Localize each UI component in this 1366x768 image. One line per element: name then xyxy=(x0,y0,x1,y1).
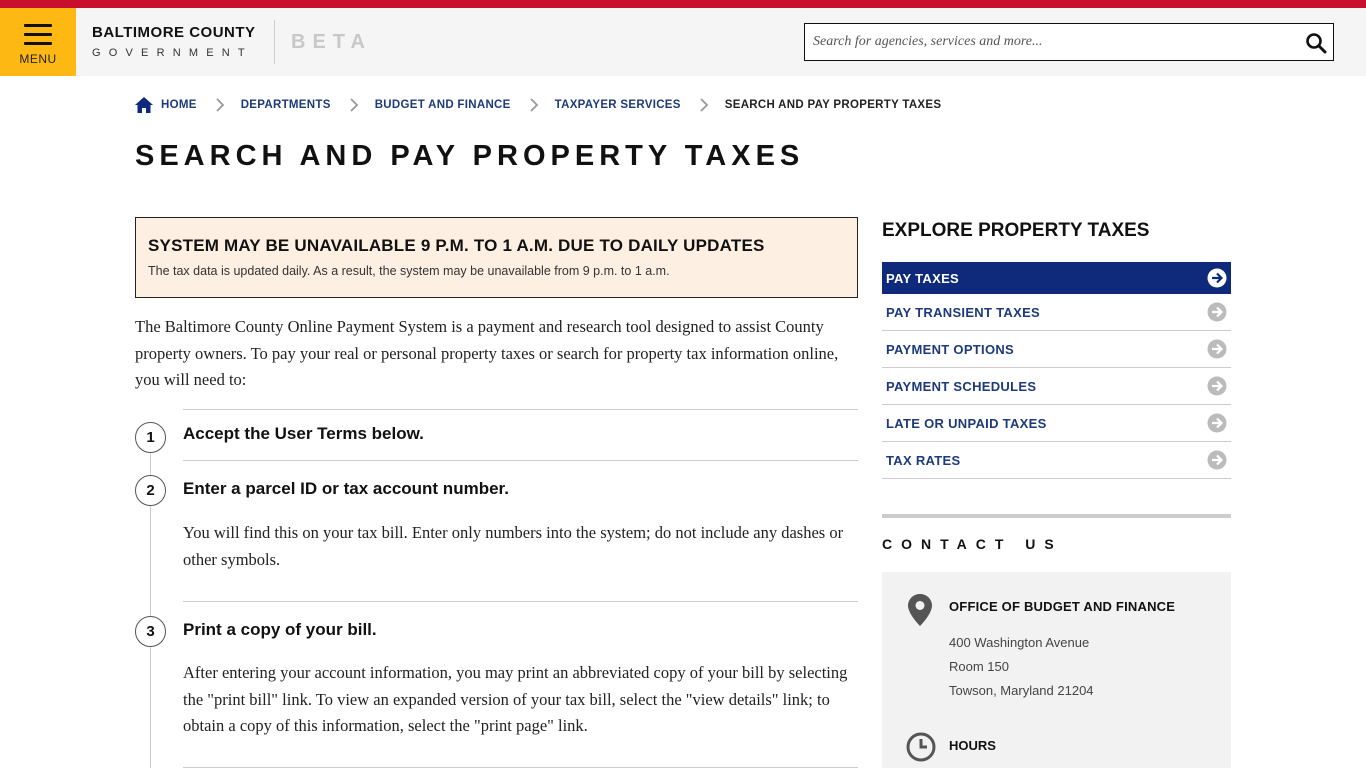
page-title: SEARCH AND PAY PROPERTY TAXES xyxy=(135,140,805,172)
contact-title: CONTACT US xyxy=(882,536,1063,552)
home-icon xyxy=(135,97,153,113)
contact-divider xyxy=(882,514,1231,518)
chevron-right-icon xyxy=(530,98,538,112)
contact-card: OFFICE OF BUDGET AND FINANCE 400 Washing… xyxy=(882,572,1231,768)
breadcrumb-current: SEARCH AND PAY PROPERTY TAXES xyxy=(724,99,942,111)
divider xyxy=(183,601,858,602)
sidebar-nav: PAY TAXES PAY TRANSIENT TAXES PAYMENT OP… xyxy=(882,262,1231,479)
arrow-circle-right-icon xyxy=(1207,413,1227,433)
site-logo[interactable]: BALTIMORE COUNTY GOVERNMENT xyxy=(92,24,256,59)
step-title: Print a copy of your bill. xyxy=(183,620,377,639)
brand-divider xyxy=(274,20,275,64)
arrow-circle-right-icon xyxy=(1207,450,1227,470)
chevron-right-icon xyxy=(216,98,224,112)
location-pin-icon xyxy=(908,594,932,626)
menu-button[interactable]: MENU xyxy=(0,8,76,76)
clock-icon xyxy=(906,732,936,762)
sidebar-title: EXPLORE PROPERTY TAXES xyxy=(882,220,1150,241)
step-text: After entering your account information,… xyxy=(183,663,848,735)
breadcrumb-departments[interactable]: DEPARTMENTS xyxy=(241,99,331,111)
breadcrumb-home[interactable]: HOME xyxy=(135,97,197,113)
brand-line1: BALTIMORE COUNTY xyxy=(92,24,256,41)
step-title: Enter a parcel ID or tax account number. xyxy=(183,479,509,498)
step-number: 3 xyxy=(135,616,166,647)
contact-hours-label: HOURS xyxy=(949,738,996,753)
arrow-circle-right-icon xyxy=(1207,268,1227,288)
intro-paragraph: The Baltimore County Online Payment Syst… xyxy=(135,317,839,389)
sidebar-item-label: PAY TAXES xyxy=(886,270,960,286)
divider xyxy=(183,460,858,461)
step-title: Accept the User Terms below. xyxy=(183,424,424,443)
brand-line2: GOVERNMENT xyxy=(92,47,253,59)
contact-address-line: Towson, Maryland 21204 xyxy=(949,683,1094,698)
contact-address-line: Room 150 xyxy=(949,659,1009,674)
sidebar-item-pay-transient-taxes[interactable]: PAY TRANSIENT TAXES xyxy=(882,294,1231,331)
breadcrumb-budget-finance[interactable]: BUDGET AND FINANCE xyxy=(375,99,511,111)
contact-address-line: 400 Washington Avenue xyxy=(949,635,1090,650)
search-icon[interactable] xyxy=(1305,32,1327,54)
search-box xyxy=(804,23,1334,61)
sidebar-item-late-unpaid-taxes[interactable]: LATE OR UNPAID TAXES xyxy=(882,405,1231,442)
menu-icon xyxy=(24,24,52,46)
sidebar-item-label: PAY TRANSIENT TAXES xyxy=(886,304,1041,320)
breadcrumb-taxpayer-services[interactable]: TAXPAYER SERVICES xyxy=(555,99,681,111)
sidebar-item-pay-taxes[interactable]: PAY TAXES xyxy=(882,262,1231,294)
sidebar-item-label: LATE OR UNPAID TAXES xyxy=(886,415,1047,431)
arrow-circle-right-icon xyxy=(1207,376,1227,396)
sidebar-item-tax-rates[interactable]: TAX RATES xyxy=(882,442,1231,479)
step-number: 2 xyxy=(135,475,166,506)
sidebar-item-label: PAYMENT OPTIONS xyxy=(886,341,1015,357)
breadcrumb-home-label: HOME xyxy=(161,99,197,111)
alert-body: The tax data is updated daily. As a resu… xyxy=(148,264,670,278)
contact-office-name: OFFICE OF BUDGET AND FINANCE xyxy=(949,599,1176,614)
divider xyxy=(183,409,858,410)
arrow-circle-right-icon xyxy=(1207,302,1227,322)
breadcrumb: HOME DEPARTMENTS BUDGET AND FINANCE TAXP… xyxy=(135,94,941,116)
step-number: 1 xyxy=(135,422,166,453)
alert-banner: SYSTEM MAY BE UNAVAILABLE 9 P.M. TO 1 A.… xyxy=(135,217,858,298)
chevron-right-icon xyxy=(700,98,709,112)
step-text: You will find this on your tax bill. Ent… xyxy=(183,523,844,569)
site-header: MENU BALTIMORE COUNTY GOVERNMENT BETA xyxy=(0,8,1366,76)
alert-title: SYSTEM MAY BE UNAVAILABLE 9 P.M. TO 1 A.… xyxy=(148,236,765,255)
sidebar-item-label: PAYMENT SCHEDULES xyxy=(886,378,1037,394)
chevron-right-icon xyxy=(350,98,358,112)
sidebar-item-payment-options[interactable]: PAYMENT OPTIONS xyxy=(882,331,1231,368)
menu-label: MENU xyxy=(19,52,57,66)
sidebar-item-payment-schedules[interactable]: PAYMENT SCHEDULES xyxy=(882,368,1231,405)
sidebar-item-label: TAX RATES xyxy=(886,452,961,468)
search-input[interactable] xyxy=(813,26,1293,58)
beta-label: BETA xyxy=(291,31,372,53)
arrow-circle-right-icon xyxy=(1207,339,1227,359)
top-accent-bar xyxy=(0,0,1366,8)
